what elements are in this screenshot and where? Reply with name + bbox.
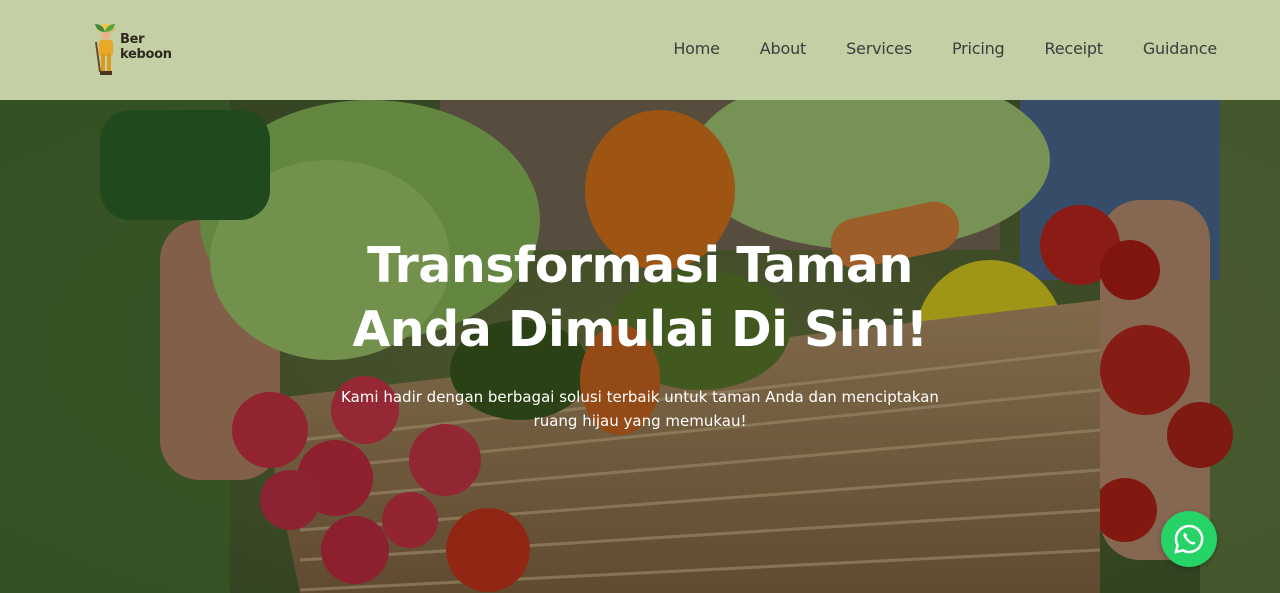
whatsapp-button[interactable] bbox=[1161, 511, 1217, 567]
nav-item-guidance[interactable]: Guidance bbox=[1143, 38, 1217, 60]
navbar: Ber keboon Home About Services Pricing R… bbox=[0, 0, 1280, 100]
hero-section: Transformasi Taman Anda Dimulai Di Sini!… bbox=[0, 100, 1280, 593]
nav-item-home[interactable]: Home bbox=[673, 38, 720, 60]
nav-item-services[interactable]: Services bbox=[846, 38, 912, 60]
hero-subtitle: Kami hadir dengan berbagai solusi terbai… bbox=[341, 388, 939, 430]
main-nav: Home About Services Pricing Receipt Guid… bbox=[673, 38, 1217, 60]
page: Ber keboon Home About Services Pricing R… bbox=[0, 0, 1280, 593]
brand-wordmark: Ber keboon bbox=[120, 32, 172, 62]
brand-word-2: keboon bbox=[120, 47, 172, 62]
leaf-icon bbox=[95, 24, 115, 32]
nav-item-about[interactable]: About bbox=[760, 38, 807, 60]
brand-logo[interactable]: Ber keboon bbox=[94, 22, 184, 78]
hero-title: Transformasi Taman Anda Dimulai Di Sini! bbox=[352, 237, 928, 358]
whatsapp-icon bbox=[1174, 524, 1204, 554]
brand-word-1: Ber bbox=[120, 32, 145, 47]
nav-item-pricing[interactable]: Pricing bbox=[952, 38, 1005, 60]
nav-item-receipt[interactable]: Receipt bbox=[1045, 38, 1104, 60]
